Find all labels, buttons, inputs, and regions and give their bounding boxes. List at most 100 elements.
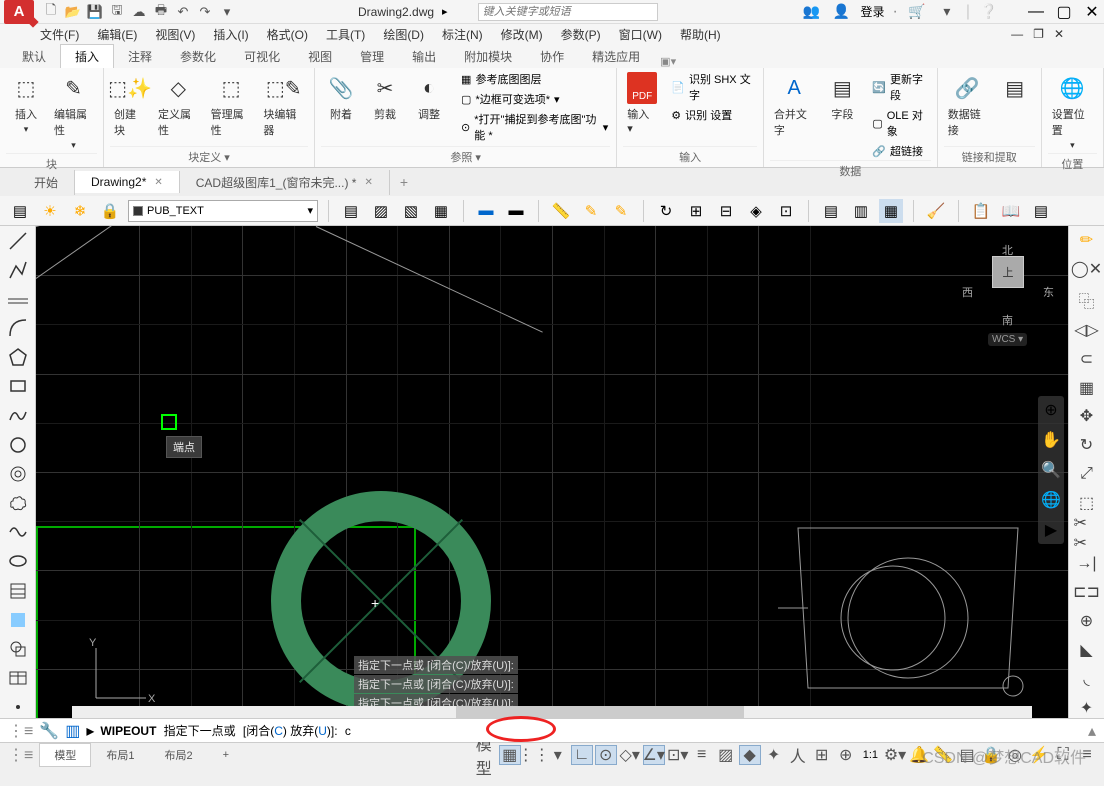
- ribbon-expand-icon[interactable]: ▣▾: [660, 55, 676, 68]
- modify4-icon[interactable]: ◈: [744, 199, 768, 223]
- close-button[interactable]: ✕: [1084, 4, 1100, 20]
- modify3-icon[interactable]: ⊟: [714, 199, 738, 223]
- draw-tool-icon[interactable]: ✎: [579, 199, 603, 223]
- customize-icon[interactable]: ≡: [1076, 745, 1098, 765]
- iso-toggle[interactable]: ◇▾: [619, 745, 641, 765]
- revision-cloud-tool[interactable]: [5, 493, 31, 514]
- doc-tab-drawing2[interactable]: Drawing2*✕: [75, 171, 180, 193]
- share-icon[interactable]: 👥: [801, 1, 823, 23]
- layout-tab-2[interactable]: 布局2: [149, 743, 207, 767]
- selection-filter-toggle[interactable]: ⊞: [811, 745, 833, 765]
- navigation-bar[interactable]: ⊕ ✋ 🔍 🌐 ▶: [1038, 396, 1064, 544]
- login-link[interactable]: 登录: [861, 3, 885, 20]
- new-icon[interactable]: 🗋: [40, 1, 62, 23]
- stretch-icon[interactable]: ⬚: [1074, 492, 1100, 513]
- doc-restore-icon[interactable]: ❐: [1033, 27, 1044, 41]
- extend-icon[interactable]: →|: [1074, 553, 1100, 574]
- menu-modify[interactable]: 修改(M): [501, 26, 543, 43]
- underlay-layers-button[interactable]: ▦ 参考底图图层: [459, 70, 610, 88]
- annotation-monitor-icon[interactable]: 🔔: [908, 745, 930, 765]
- set-location-button[interactable]: 🌐设置位置▾: [1048, 70, 1097, 153]
- props2-icon[interactable]: 📖: [999, 199, 1023, 223]
- array-icon[interactable]: ▦: [1074, 377, 1100, 398]
- edit-attributes-button[interactable]: ✎编辑属性▾: [50, 70, 97, 153]
- edit1-icon[interactable]: ▤: [819, 199, 843, 223]
- mirror-icon[interactable]: ◁▷: [1074, 320, 1100, 341]
- close-tab-icon[interactable]: ✕: [154, 177, 162, 188]
- annotation-scale[interactable]: 1:1: [863, 749, 878, 761]
- gizmo-toggle[interactable]: ⊕: [835, 745, 857, 765]
- insert-block-button[interactable]: ⬚插入▾: [6, 70, 46, 137]
- scale-icon[interactable]: ⤢: [1074, 464, 1100, 485]
- props-icon[interactable]: 📋: [969, 199, 993, 223]
- adjust-button[interactable]: ◐调整: [409, 70, 449, 124]
- create-block-button[interactable]: ⬚✨创建块: [110, 70, 150, 140]
- ortho-toggle[interactable]: ∟: [571, 745, 593, 765]
- menu-window[interactable]: 窗口(W): [619, 26, 662, 43]
- gradient-tool[interactable]: [5, 609, 31, 630]
- osnap-toggle[interactable]: ∠▾: [643, 745, 665, 765]
- infer-toggle[interactable]: ▾: [547, 745, 569, 765]
- ribbon-tab-insert[interactable]: 插入: [60, 44, 114, 68]
- ribbon-tab-output[interactable]: 输出: [398, 45, 450, 68]
- ribbon-tab-visualize[interactable]: 可视化: [230, 45, 294, 68]
- cmd-history-icon[interactable]: ⋮≡: [8, 721, 33, 741]
- menu-format[interactable]: 格式(O): [267, 26, 308, 43]
- menu-draw[interactable]: 绘图(D): [383, 26, 424, 43]
- menu-dimension[interactable]: 标注(N): [442, 26, 483, 43]
- cart-icon[interactable]: 🛒: [906, 1, 928, 23]
- frames-vary-button[interactable]: ▢ *边框可变选项* ▾: [459, 90, 610, 108]
- orbit-icon[interactable]: 🌐: [1041, 490, 1061, 510]
- command-input[interactable]: WIPEOUT 指定下一点或 [闭合(C) 放弃(U)]: c: [100, 722, 600, 739]
- update-field-button[interactable]: 🔄 更新字段: [870, 70, 930, 104]
- zoom-icon[interactable]: 🔍: [1041, 460, 1061, 480]
- cmd-options-icon[interactable]: 🔧: [39, 721, 59, 741]
- view-cube[interactable]: 北 西 东 上 南 WCS ▾: [968, 246, 1048, 346]
- help-search-input[interactable]: [478, 3, 658, 21]
- isolate-icon[interactable]: ◎: [1004, 745, 1026, 765]
- xline-tool[interactable]: [5, 288, 31, 309]
- cmd-expand-icon[interactable]: ▴: [1088, 721, 1096, 741]
- spline2-tool[interactable]: [5, 522, 31, 543]
- recognize-settings-button[interactable]: ⚙ 识别 设置: [669, 106, 757, 124]
- help-icon[interactable]: ❔: [978, 1, 1000, 23]
- new-tab-button[interactable]: +: [390, 170, 418, 194]
- arc-tool[interactable]: [5, 318, 31, 339]
- pan-icon[interactable]: ✋: [1041, 430, 1061, 450]
- break-icon[interactable]: ⊏⊐: [1074, 582, 1100, 603]
- snap-underlay-button[interactable]: ⊙ *打开"捕捉到参考底图"功能 * ▾: [459, 110, 610, 144]
- polygon-tool[interactable]: [5, 347, 31, 368]
- recognize-shx-button[interactable]: 📄 识别 SHX 文字: [669, 70, 757, 104]
- doc-close-icon[interactable]: ✕: [1054, 27, 1064, 41]
- showmotion-icon[interactable]: ▶: [1045, 520, 1057, 540]
- layer-lock-icon[interactable]: 🔒: [98, 199, 122, 223]
- erase-icon[interactable]: ◯✕: [1074, 259, 1100, 280]
- trim-icon[interactable]: ✂✂: [1074, 521, 1100, 545]
- measure-icon[interactable]: 📏: [549, 199, 573, 223]
- offset-icon[interactable]: ⊂: [1074, 348, 1100, 369]
- polar-toggle[interactable]: ⊙: [595, 745, 617, 765]
- line-tool[interactable]: [5, 230, 31, 251]
- ribbon-tab-collab[interactable]: 协作: [526, 45, 578, 68]
- layout-tab-1[interactable]: 布局1: [91, 743, 149, 767]
- point-tool[interactable]: [5, 697, 31, 718]
- layout-tab-model[interactable]: 模型: [39, 743, 91, 767]
- layer-on-icon[interactable]: ☀: [38, 199, 62, 223]
- ribbon-tab-parametric[interactable]: 参数化: [166, 45, 230, 68]
- layer-properties-icon[interactable]: ▤: [8, 199, 32, 223]
- print-icon[interactable]: 🖶: [150, 1, 172, 23]
- hardware-accel-icon[interactable]: ⚡: [1028, 745, 1050, 765]
- qat-dropdown-icon[interactable]: ▾: [216, 1, 238, 23]
- edit3-icon[interactable]: ▦: [879, 199, 903, 223]
- menu-insert[interactable]: 插入(I): [213, 26, 248, 43]
- model-space-button[interactable]: 模型: [475, 745, 497, 765]
- copy-icon[interactable]: ⿻: [1074, 288, 1100, 312]
- layer-selector[interactable]: PUB_TEXT ▾: [128, 200, 318, 222]
- hyperlink-button[interactable]: 🔗 超链接: [870, 142, 930, 160]
- horizontal-scrollbar[interactable]: [72, 706, 1032, 718]
- user-icon[interactable]: 👤: [831, 1, 853, 23]
- extract-icon[interactable]: ▤: [995, 70, 1035, 106]
- donut-tool[interactable]: [5, 463, 31, 484]
- move-icon[interactable]: ✥: [1074, 406, 1100, 427]
- ribbon-tab-default[interactable]: 默认: [8, 45, 60, 68]
